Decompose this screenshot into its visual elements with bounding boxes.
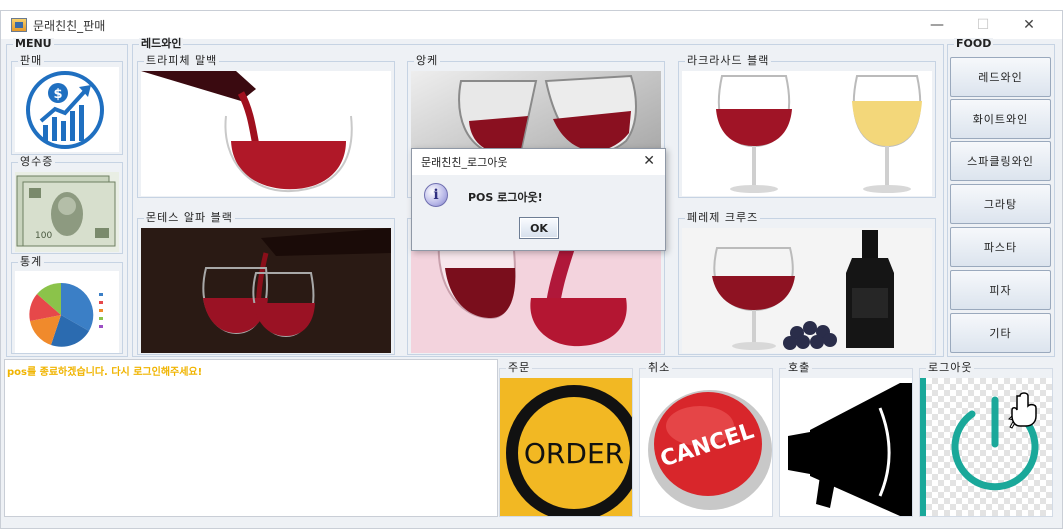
logout-panel[interactable]: 로그아웃 bbox=[919, 362, 1053, 517]
ok-button[interactable]: OK bbox=[519, 217, 559, 239]
food-button-other[interactable]: 기타 bbox=[950, 313, 1051, 353]
menu-item-label: 통계 bbox=[18, 255, 45, 268]
svg-text:$: $ bbox=[53, 87, 62, 102]
wine-card-lacrasade[interactable]: 라크라사드 블랙 bbox=[678, 55, 936, 198]
call-panel[interactable]: 호출 bbox=[779, 362, 913, 517]
dialog-close-icon[interactable]: ✕ bbox=[643, 153, 655, 169]
wine-card-trapiche[interactable]: 트라피체 말백 bbox=[137, 55, 395, 198]
food-button-gratin[interactable]: 그라탕 bbox=[950, 184, 1051, 224]
close-button[interactable]: ✕ bbox=[1006, 11, 1052, 39]
menu-item-receipt[interactable]: 영수증 100 bbox=[11, 156, 123, 254]
window-title: 문래친친_판매 bbox=[33, 18, 106, 33]
wine-card-perez-cruz[interactable]: 페레제 크루즈 bbox=[678, 212, 936, 355]
minimize-button[interactable]: — bbox=[914, 11, 960, 39]
red-white-wine-image bbox=[682, 71, 932, 196]
wine-card-montes[interactable]: 몬테스 알파 블랙 bbox=[137, 212, 395, 355]
order-label: 주문 bbox=[506, 361, 533, 374]
food-button-pizza[interactable]: 피자 bbox=[950, 270, 1051, 310]
cancel-button-image: CANCEL bbox=[640, 378, 772, 516]
title-bar: 문래친친_판매 — ☐ ✕ bbox=[1, 11, 1062, 39]
food-button-red-wine[interactable]: 레드와인 bbox=[950, 57, 1051, 97]
food-button-pasta[interactable]: 파스타 bbox=[950, 227, 1051, 267]
maximize-button[interactable]: ☐ bbox=[960, 11, 1006, 39]
wine-card-label: 몬테스 알파 블랙 bbox=[144, 211, 235, 224]
order-image-text: ORDER bbox=[524, 437, 624, 470]
wine-card-label: 페레제 크루즈 bbox=[685, 211, 761, 224]
info-icon: i bbox=[424, 183, 448, 207]
dialog-title-bar: 문래친친_로그아웃 ✕ bbox=[412, 149, 665, 175]
pie-chart-icon bbox=[15, 271, 119, 353]
call-label: 호출 bbox=[786, 361, 813, 374]
money-bills-icon: 100 bbox=[15, 172, 119, 252]
dialog-message: POS 로그아웃! bbox=[468, 191, 543, 204]
wine-pour-dark-image bbox=[141, 228, 391, 353]
sales-chart-icon: $ bbox=[15, 67, 119, 152]
wine-card-label: 라크라사드 블랙 bbox=[685, 54, 772, 67]
log-text-area[interactable]: pos를 종료하겠습니다. 다시 로그인해주세요! bbox=[4, 359, 498, 517]
wine-pour-image bbox=[141, 71, 391, 196]
log-message: pos를 종료하겠습니다. 다시 로그인해주세요! bbox=[7, 367, 203, 378]
java-app-icon bbox=[11, 18, 27, 32]
wine-card-label: 앙케 bbox=[414, 54, 441, 67]
cancel-label: 취소 bbox=[646, 361, 673, 374]
menu-item-sales[interactable]: 판매 $ bbox=[11, 55, 123, 155]
order-button-image: ORDER bbox=[500, 378, 632, 516]
menu-item-label: 판매 bbox=[18, 54, 45, 67]
wine-bottle-grapes-image bbox=[682, 228, 932, 353]
wine-panel-title: 레드와인 bbox=[139, 37, 184, 50]
food-panel-title: FOOD bbox=[954, 37, 994, 50]
dialog-title: 문래친친_로그아웃 bbox=[421, 156, 508, 169]
cancel-panel[interactable]: 취소 CANCEL bbox=[639, 362, 773, 517]
logout-label: 로그아웃 bbox=[926, 361, 975, 374]
megaphone-icon bbox=[780, 378, 912, 516]
order-panel[interactable]: 주문 ORDER bbox=[499, 362, 633, 517]
menu-item-label: 영수증 bbox=[18, 155, 56, 168]
food-button-white-wine[interactable]: 화이트와인 bbox=[950, 99, 1051, 139]
wine-card-label: 트라피체 말백 bbox=[144, 54, 220, 67]
svg-text:100: 100 bbox=[35, 231, 52, 241]
food-button-sparkling-wine[interactable]: 스파클링와인 bbox=[950, 141, 1051, 181]
logout-dialog: 문래친친_로그아웃 ✕ i POS 로그아웃! OK bbox=[411, 148, 666, 251]
menu-item-stats[interactable]: 통계 bbox=[11, 256, 123, 354]
power-icon bbox=[920, 378, 1052, 516]
menu-title: MENU bbox=[13, 37, 54, 50]
